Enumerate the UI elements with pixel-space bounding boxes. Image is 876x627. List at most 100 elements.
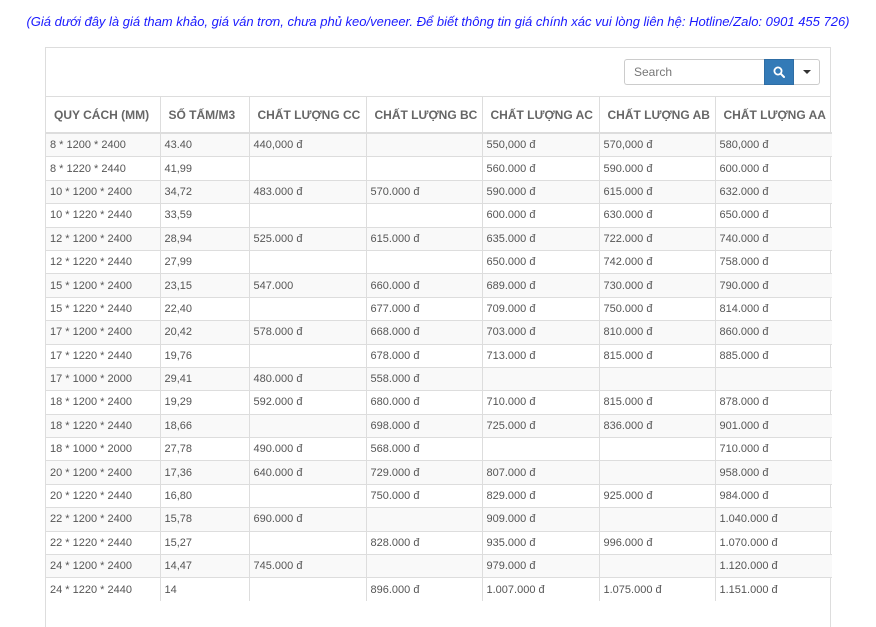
table-cell: 1.151.000 đ: [715, 577, 832, 601]
table-row: 24 * 1220 * 2440 14 896.000 đ 1.007.000 đ 1.…: [46, 577, 832, 601]
table-row: 10 * 1220 * 2440 33,59 600.000 đ 630.000 đ6…: [46, 203, 832, 228]
table-row: 15 * 1220 * 2440 22,40 677.000 đ 709.000 đ7…: [46, 296, 832, 321]
table-cell: [366, 203, 483, 228]
table-cell: 547.000: [249, 273, 367, 298]
table-cell: 635.000 đ: [482, 226, 600, 251]
table-cell: 34,72: [160, 179, 250, 204]
column-header[interactable]: CHẤT LƯỢNG AA: [715, 97, 832, 134]
column-header[interactable]: QUY CÁCH (MM): [46, 97, 161, 134]
table-cell: 20 * 1220 * 2440: [46, 483, 161, 508]
table-cell: 630.000 đ: [599, 203, 716, 228]
table-cell: 18 * 1000 * 2000: [46, 437, 161, 461]
table-cell: 23,15: [160, 273, 250, 298]
table-cell: 742.000 đ: [599, 249, 716, 274]
table-cell: 12 * 1220 * 2440: [46, 249, 161, 274]
table-cell: 860.000 đ: [715, 320, 832, 345]
table-cell: 525.000 đ: [249, 226, 367, 251]
column-header[interactable]: CHẤT LƯỢNG BC: [366, 97, 483, 134]
table-cell: 740.000 đ: [715, 226, 832, 251]
table-cell: 615.000 đ: [366, 226, 483, 251]
table-cell: 17,36: [160, 460, 250, 485]
table-row: 24 * 1200 * 2400 14,47 745.000 đ 979.000 đ 1…: [46, 554, 832, 578]
table-row: 20 * 1220 * 2440 16,80 750.000 đ 829.000 đ9…: [46, 483, 832, 508]
table-cell: 790.000 đ: [715, 273, 832, 298]
column-header[interactable]: CHẤT LƯỢNG CC: [249, 97, 367, 134]
table-cell: 600.000 đ: [482, 203, 600, 228]
table-cell: 1.075.000 đ: [599, 577, 716, 601]
table-cell: 710.000 đ: [715, 437, 832, 461]
table-cell: 18 * 1220 * 2440: [46, 413, 161, 438]
table-cell: 570,000 đ: [599, 132, 716, 157]
table-cell: 22,40: [160, 296, 250, 321]
column-header[interactable]: CHẤT LƯỢNG AC: [482, 97, 600, 134]
table-cell: 24 * 1200 * 2400: [46, 554, 161, 578]
table-cell: 750.000 đ: [366, 483, 483, 508]
table-cell: [366, 554, 483, 578]
table-cell: [249, 156, 367, 181]
table-row: 17 * 1200 * 2400 20,42 578.000 đ 668.000 đ7…: [46, 320, 832, 345]
table-cell: 958.000 đ: [715, 460, 832, 485]
table-cell: 19,29: [160, 390, 250, 415]
table-cell: 15 * 1200 * 2400: [46, 273, 161, 298]
table-cell: 615.000 đ: [599, 179, 716, 204]
table-cell: 490.000 đ: [249, 437, 367, 461]
search-button[interactable]: [764, 59, 794, 85]
table-cell: 8 * 1220 * 2440: [46, 156, 161, 181]
table-row: 12 * 1220 * 2440 27,99 650.000 đ 742.000 đ7…: [46, 249, 832, 274]
table-cell: [249, 249, 367, 274]
table-cell: 600.000 đ: [715, 156, 832, 181]
table-cell: 678.000 đ: [366, 343, 483, 368]
table-cell: 710.000 đ: [482, 390, 600, 415]
table-row: 10 * 1200 * 2400 34,72 483.000 đ 570.000 đ5…: [46, 179, 832, 204]
table-cell: 1.007.000 đ: [482, 577, 600, 601]
table-cell: 896.000 đ: [366, 577, 483, 601]
table-cell: [249, 483, 367, 508]
table-cell: 27,78: [160, 437, 250, 461]
table-cell: 703.000 đ: [482, 320, 600, 345]
column-header[interactable]: CHẤT LƯỢNG AB: [599, 97, 716, 134]
table-cell: 440,000 đ: [249, 132, 367, 157]
table-row: 20 * 1200 * 2400 17,36 640.000 đ 729.000 đ8…: [46, 460, 832, 485]
table-cell: 729.000 đ: [366, 460, 483, 485]
table-cell: [599, 437, 716, 461]
table-cell: 901.000 đ: [715, 413, 832, 438]
table-cell: 570.000 đ: [366, 179, 483, 204]
table-toolbar: [46, 48, 830, 97]
table-cell: 640.000 đ: [249, 460, 367, 485]
table-cell: [366, 132, 483, 157]
table-cell: 10 * 1220 * 2440: [46, 203, 161, 228]
table-cell: 27,99: [160, 249, 250, 274]
table-cell: 16,80: [160, 483, 250, 508]
table-cell: 578.000 đ: [249, 320, 367, 345]
table-cell: 19,76: [160, 343, 250, 368]
table-cell: 878.000 đ: [715, 390, 832, 415]
column-header[interactable]: SỐ TẤM/M3: [160, 97, 250, 134]
table-cell: [599, 554, 716, 578]
columns-dropdown-button[interactable]: [794, 59, 820, 85]
table-cell: 668.000 đ: [366, 320, 483, 345]
table-cell: 650.000 đ: [482, 249, 600, 274]
table-cell: [599, 460, 716, 485]
search-group: [624, 59, 820, 85]
table-cell: [482, 437, 600, 461]
price-table: QUY CÁCH (MM) SỐ TẤM/M3 CHẤT LƯỢNG CC CHẤT …: [46, 97, 832, 601]
table-row: 22 * 1220 * 2440 15,27 828.000 đ 935.000 đ9…: [46, 530, 832, 555]
search-input[interactable]: [624, 59, 764, 85]
table-cell: 745.000 đ: [249, 554, 367, 578]
table-cell: 925.000 đ: [599, 483, 716, 508]
table-cell: 984.000 đ: [715, 483, 832, 508]
table-cell: 14: [160, 577, 250, 601]
table-cell: [249, 296, 367, 321]
table-cell: [366, 249, 483, 274]
table-cell: 680.000 đ: [366, 390, 483, 415]
table-cell: 17 * 1200 * 2400: [46, 320, 161, 345]
table-cell: 41,99: [160, 156, 250, 181]
table-cell: 690.000 đ: [249, 507, 367, 532]
table-cell: 558.000 đ: [366, 366, 483, 391]
table-cell: [366, 507, 483, 532]
table-cell: 8 * 1200 * 2400: [46, 132, 161, 157]
table-row: 17 * 1000 * 2000 29,41 480.000 đ 558.000 đ: [46, 366, 832, 391]
table-cell: 677.000 đ: [366, 296, 483, 321]
table-cell: 560.000 đ: [482, 156, 600, 181]
table-cell: 698.000 đ: [366, 413, 483, 438]
